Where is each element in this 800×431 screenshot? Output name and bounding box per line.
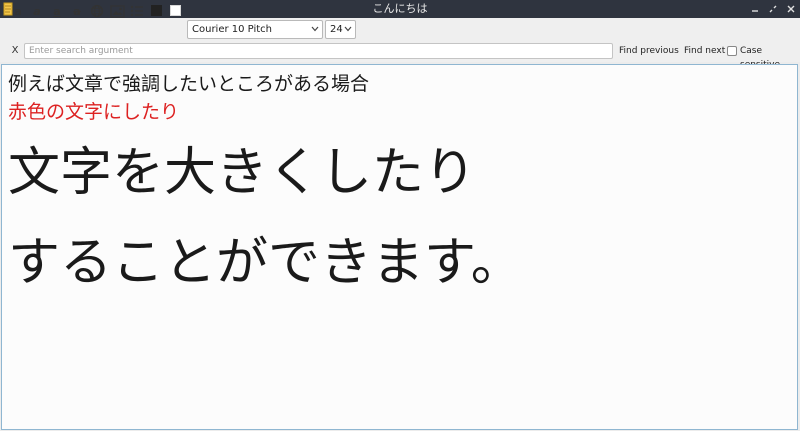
formatting-toolbar xyxy=(0,18,800,40)
font-family-value: Courier 10 Pitch xyxy=(192,24,273,35)
font-size-select[interactable]: 24 xyxy=(325,20,356,39)
editor-line-large: することができます。 xyxy=(8,233,523,293)
editor-line-red: 赤色の文字にしたり xyxy=(8,101,180,123)
list-button[interactable] xyxy=(129,3,145,19)
underline-icon: a xyxy=(53,4,61,18)
find-previous-button[interactable]: Find previous xyxy=(619,44,679,58)
restore-icon[interactable] xyxy=(768,4,778,14)
bold-button[interactable]: a xyxy=(10,3,26,19)
bold-icon: a xyxy=(14,4,22,18)
case-sensitive-checkbox[interactable] xyxy=(727,46,737,56)
insert-image-button[interactable] xyxy=(109,3,125,19)
chevron-down-icon xyxy=(311,26,319,32)
editor-line: 例えば文章で強調したいところがある場合 xyxy=(8,73,370,95)
globe-link-icon xyxy=(90,4,104,18)
find-next-button[interactable]: Find next xyxy=(684,44,725,58)
strikethrough-icon: a xyxy=(73,4,81,18)
close-icon[interactable] xyxy=(786,4,796,14)
italic-button[interactable]: a xyxy=(29,3,45,19)
bullet-list-icon xyxy=(130,5,143,17)
editor-line-large: 文字を大きくしたり xyxy=(8,143,477,203)
image-icon xyxy=(109,4,125,18)
minimize-icon[interactable] xyxy=(750,4,760,14)
strikethrough-button[interactable]: a xyxy=(69,3,85,19)
underline-button[interactable]: a xyxy=(49,3,65,19)
font-family-select[interactable]: Courier 10 Pitch xyxy=(187,20,323,39)
italic-icon: a xyxy=(33,4,41,18)
font-size-value: 24 xyxy=(330,24,343,35)
search-input[interactable] xyxy=(24,43,613,59)
text-color-swatch[interactable] xyxy=(151,5,162,16)
close-search-button[interactable]: X xyxy=(9,44,21,58)
background-color-swatch[interactable] xyxy=(170,5,181,16)
chevron-down-icon xyxy=(344,26,352,32)
text-editor[interactable]: 例えば文章で強調したいところがある場合 赤色の文字にしたり 文字を大きくしたり … xyxy=(1,64,798,430)
link-button[interactable] xyxy=(89,3,105,19)
